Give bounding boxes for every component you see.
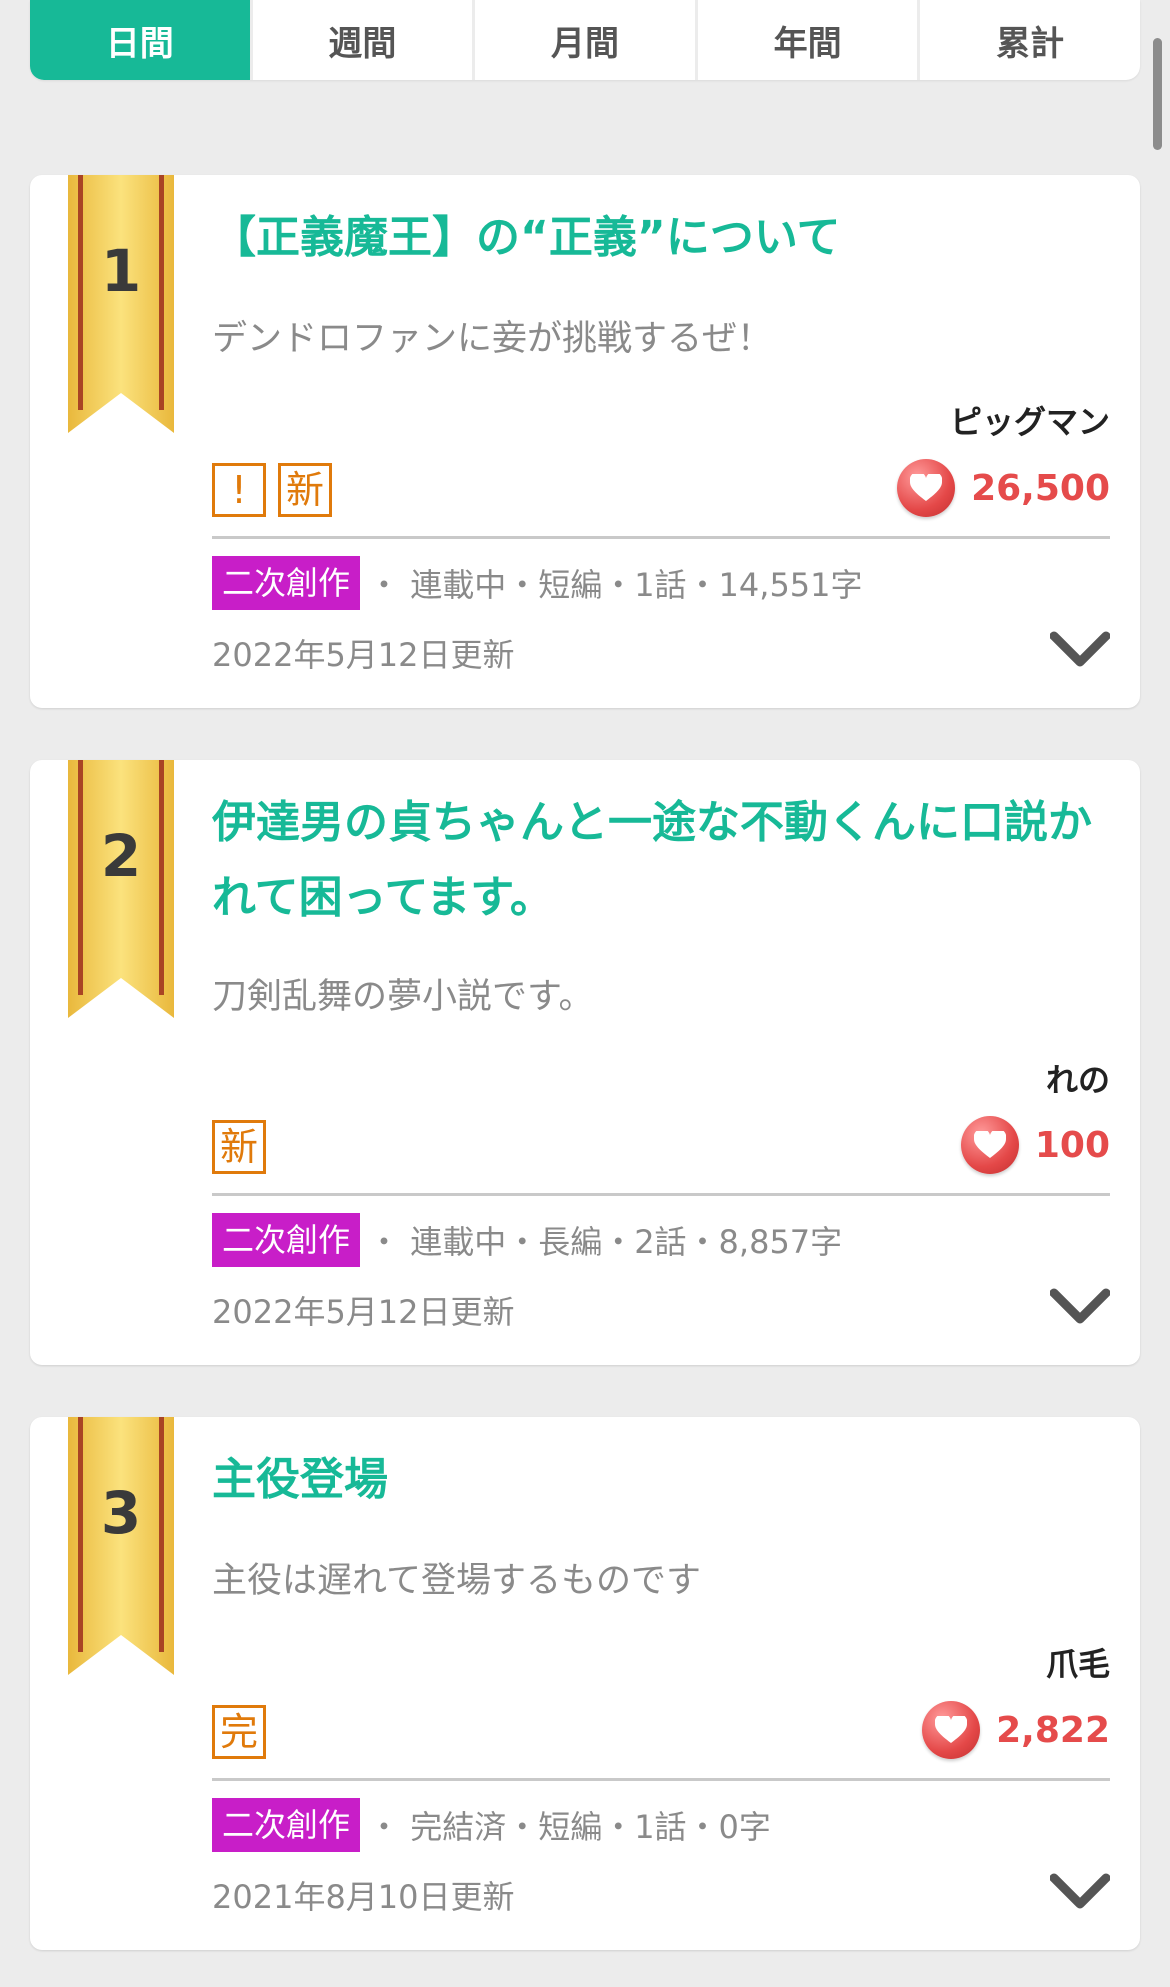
- badge-group: 新: [212, 1120, 266, 1174]
- work-meta: 二次創作 ・ 連載中・長編・2話・8,857字: [212, 1213, 1110, 1267]
- genre-tag[interactable]: 二次創作: [212, 556, 361, 610]
- alert-badge: !: [212, 463, 266, 517]
- tab-weekly[interactable]: 週間: [253, 0, 476, 80]
- work-summary: 主役は遅れて登場するものです: [212, 1561, 701, 1601]
- ranking-card[interactable]: 3 主役登場 主役は遅れて登場するものです 爪毛 完 2,822 二次創作 ・ …: [30, 1417, 1140, 1950]
- scrollbar[interactable]: [1153, 38, 1162, 150]
- badge-group: 完: [212, 1705, 266, 1759]
- author-name[interactable]: ピッグマン: [950, 397, 1110, 443]
- heart-icon: [897, 459, 956, 517]
- rank-ribbon-icon: 2: [68, 760, 174, 1018]
- update-date: 2022年5月12日更新: [212, 1293, 515, 1331]
- rank-ribbon-icon: 3: [68, 1417, 174, 1675]
- divider: [212, 1193, 1110, 1196]
- new-badge: 新: [278, 463, 332, 517]
- author-name[interactable]: 爪毛: [1046, 1639, 1110, 1685]
- rank-number: 3: [100, 1479, 142, 1547]
- ranking-card[interactable]: 1 【正義魔王】の“正義”について デンドロファンに妾が挑戦するぜ！ ピッグマン…: [30, 175, 1140, 708]
- new-badge: 新: [212, 1120, 266, 1174]
- genre-tag[interactable]: 二次創作: [212, 1213, 361, 1267]
- chevron-down-icon[interactable]: [1049, 630, 1111, 670]
- heart-icon: [960, 1116, 1019, 1174]
- work-title-link[interactable]: 【正義魔王】の“正義”について: [212, 200, 1110, 275]
- ranking-card[interactable]: 2 伊達男の貞ちゃんと一途な不動くんに口説かれて困ってます。 刀剣乱舞の夢小説で…: [30, 760, 1140, 1365]
- likes-count: 100: [1034, 1124, 1110, 1166]
- work-stats: ・ 完結済・短編・1話・0字: [368, 1808, 771, 1846]
- work-summary: デンドロファンに妾が挑戦するぜ！: [212, 319, 773, 359]
- heart-icon: [922, 1701, 981, 1759]
- likes: 26,500: [897, 459, 1110, 517]
- likes-count: 2,822: [996, 1709, 1110, 1751]
- likes: 100: [960, 1116, 1110, 1174]
- tab-cumulative[interactable]: 累計: [920, 0, 1140, 80]
- tab-daily[interactable]: 日間: [30, 0, 253, 80]
- rank-ribbon-icon: 1: [68, 175, 174, 433]
- likes: 2,822: [922, 1701, 1110, 1759]
- divider: [212, 1778, 1110, 1781]
- work-title-link[interactable]: 主役登場: [212, 1442, 1110, 1517]
- tab-yearly[interactable]: 年間: [698, 0, 921, 80]
- likes-count: 26,500: [971, 467, 1110, 509]
- work-stats: ・ 連載中・長編・2話・8,857字: [368, 1223, 843, 1261]
- badge-group: ! 新: [212, 463, 332, 517]
- work-title-link[interactable]: 伊達男の貞ちゃんと一途な不動くんに口説かれて困ってます。: [212, 785, 1110, 935]
- work-stats: ・ 連載中・短編・1話・14,551字: [368, 566, 863, 604]
- rank-number: 1: [100, 237, 142, 305]
- update-date: 2022年5月12日更新: [212, 636, 515, 674]
- tab-monthly[interactable]: 月間: [475, 0, 698, 80]
- work-meta: 二次創作 ・ 完結済・短編・1話・0字: [212, 1798, 1110, 1852]
- ranking-period-tabs: 日間 週間 月間 年間 累計: [30, 0, 1140, 80]
- complete-badge: 完: [212, 1705, 266, 1759]
- rank-number: 2: [100, 822, 142, 890]
- chevron-down-icon[interactable]: [1049, 1872, 1111, 1912]
- genre-tag[interactable]: 二次創作: [212, 1798, 361, 1852]
- work-summary: 刀剣乱舞の夢小説です。: [212, 977, 594, 1017]
- author-name[interactable]: れの: [1046, 1055, 1110, 1101]
- divider: [212, 536, 1110, 539]
- chevron-down-icon[interactable]: [1049, 1287, 1111, 1327]
- update-date: 2021年8月10日更新: [212, 1878, 515, 1916]
- work-meta: 二次創作 ・ 連載中・短編・1話・14,551字: [212, 556, 1110, 610]
